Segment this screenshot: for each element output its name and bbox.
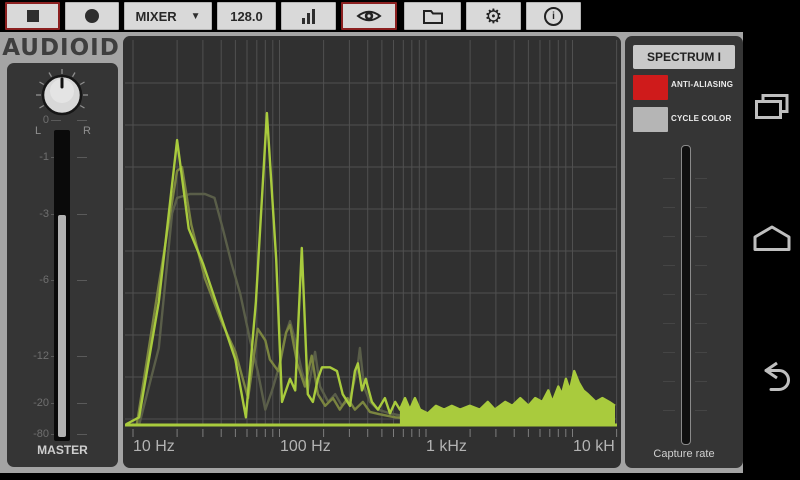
mixer-dropdown[interactable]: MIXER ▼ [124,2,212,30]
db-scale-3: -3 [39,208,49,220]
cycle-color-label: CYCLE COLOR [671,114,741,123]
db-scale-20: -20 [33,397,49,409]
pan-left-label: L [35,125,41,137]
stop-icon [27,10,39,22]
db-scale-80: -80 [33,428,49,440]
spectrum-mode-button[interactable]: SPECTRUM I [633,45,735,69]
spectrum-controls-panel: SPECTRUM I ANTI-ALIASING CYCLE COLOR Cap… [625,36,743,468]
spectrum-plot-panel[interactable]: 10 Hz 100 Hz 1 kHz 10 kH [123,36,621,468]
capture-rate-slider[interactable] [681,145,691,445]
record-button[interactable] [65,2,119,30]
eye-icon [356,7,382,25]
x-tick-100hz: 100 Hz [280,438,331,456]
android-nav-bar [743,0,800,480]
tempo-value: 128.0 [230,9,263,24]
toolbar: MIXER ▼ 128.0 ⚙ i [0,0,800,32]
db-scale-12: -12 [33,350,49,362]
app-logo: AUDIOID [0,35,122,61]
db-scale-1: -1 [39,151,49,163]
x-tick-1khz: 1 kHz [426,438,467,456]
info-icon: i [544,7,563,26]
levels-button[interactable] [281,2,336,30]
pan-right-label: R [83,125,91,137]
anti-aliasing-label: ANTI-ALIASING [671,80,741,89]
tempo-button[interactable]: 128.0 [217,2,276,30]
spectrum-chart [123,36,621,468]
record-icon [85,9,99,23]
main-content: AUDIOID L R 0 -1 -3 -6 -12 [0,32,743,473]
x-tick-10khz: 10 kH [573,438,615,456]
master-fader-fill [58,215,66,437]
db-scale-6: -6 [39,274,49,286]
anti-aliasing-button[interactable] [633,75,668,100]
back-button[interactable] [751,360,793,392]
chevron-down-icon: ▼ [191,11,201,22]
master-fader[interactable] [54,130,70,441]
capture-rate-label: Capture rate [625,448,743,460]
db-scale-0: 0 [43,114,49,126]
settings-button[interactable]: ⚙ [466,2,521,30]
bar-meter-icon [302,9,315,24]
master-label: MASTER [7,443,118,457]
cycle-color-button[interactable] [633,107,668,132]
x-tick-10hz: 10 Hz [133,438,175,456]
gear-icon: ⚙ [485,6,503,26]
folder-icon [422,8,444,25]
app-screen: MIXER ▼ 128.0 ⚙ i AUDIOID [0,0,800,480]
files-button[interactable] [404,2,461,30]
master-panel: L R 0 -1 -3 -6 -12 -20 -80 MASTER [7,63,118,467]
visualizer-button[interactable] [341,2,397,30]
info-button[interactable]: i [526,2,581,30]
mixer-label: MIXER [135,9,176,24]
home-button[interactable] [752,224,792,252]
stop-button[interactable] [5,2,60,30]
recents-button[interactable] [754,93,790,120]
